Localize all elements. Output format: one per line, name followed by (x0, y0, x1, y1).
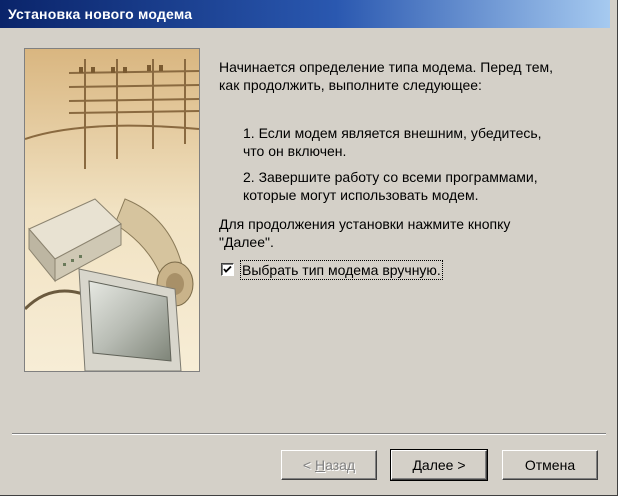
modem-setup-dialog: Установка нового модема Начинается опред… (0, 0, 618, 496)
modem-illustration (24, 48, 200, 372)
back-button-accelerator: Н (314, 457, 326, 473)
continue-text-line-2: "Далее". (219, 234, 274, 250)
back-button[interactable]: < Назад (281, 450, 377, 480)
manual-modem-checkbox-label[interactable]: Выбрать тип модема вручную. (240, 260, 443, 280)
continue-text-line-1: Для продолжения установки нажмите кнопку (219, 216, 511, 232)
step1-text-line-1: 1. Если модем является внешним, убедитес… (243, 125, 542, 141)
button-separator (12, 433, 606, 435)
step2-text-line-1: 2. Завершите работу со всеми программами… (243, 169, 538, 185)
intro-text-line-2: как продолжить, выполните следующее: (219, 77, 482, 93)
check-mark-icon (223, 265, 232, 273)
back-button-rest: азад (325, 457, 356, 473)
step2-text-line-2: которые могут использовать модем. (243, 187, 479, 203)
back-button-prefix: < (302, 457, 315, 473)
cancel-button[interactable]: Отмена (502, 450, 598, 480)
window-title: Установка нового модема (8, 6, 193, 22)
manual-modem-checkbox[interactable] (221, 263, 234, 276)
intro-text-line-1: Начинается определение типа модема. Пере… (219, 59, 554, 75)
title-bar[interactable]: Установка нового модема (0, 0, 610, 28)
modem-telephone-monitor-illustration-icon (25, 49, 199, 371)
step1-text-line-2: что он включен. (243, 143, 347, 159)
next-button[interactable]: Далее > (390, 449, 488, 481)
